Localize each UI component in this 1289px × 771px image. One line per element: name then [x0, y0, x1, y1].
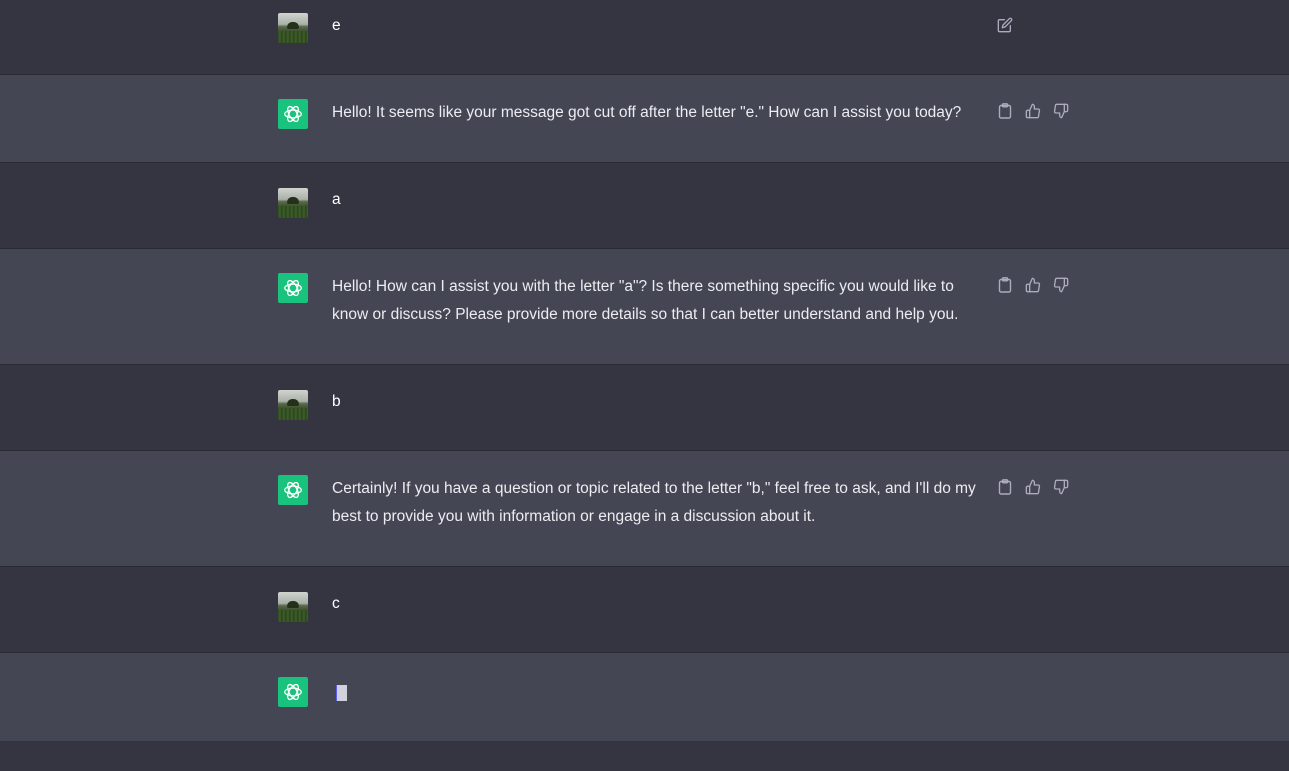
clipboard-icon[interactable] — [996, 276, 1014, 294]
user-message-row: c — [0, 567, 1289, 653]
assistant-message-line: know or discuss? Please provide more det… — [332, 306, 959, 323]
avatar-tree-detail — [287, 197, 299, 204]
avatar-field-detail — [278, 408, 308, 420]
user-avatar — [278, 390, 308, 420]
conversation-bottom-spacer — [0, 741, 1289, 771]
user-message-text: a — [332, 191, 341, 208]
assistant-message-row: Certainly! If you have a question or top… — [0, 451, 1289, 567]
user-message-text: b — [332, 393, 341, 410]
thumbs-down-icon[interactable] — [1052, 102, 1070, 120]
openai-logo-icon — [278, 475, 308, 505]
thumbs-down-icon[interactable] — [1052, 276, 1070, 294]
assistant-message-row-streaming — [0, 653, 1289, 741]
assistant-message-line: Hello! How can I assist you with the let… — [332, 278, 954, 295]
avatar-tree-detail — [287, 601, 299, 608]
clipboard-icon[interactable] — [996, 478, 1014, 496]
avatar-field-detail — [278, 206, 308, 218]
assistant-message-line: best to provide you with information or … — [332, 508, 816, 525]
user-message-row: e — [0, 0, 1289, 75]
avatar-tree-detail — [287, 22, 299, 29]
thumbs-up-icon[interactable] — [1024, 276, 1042, 294]
avatar-tree-detail — [287, 399, 299, 406]
clipboard-icon[interactable] — [996, 102, 1014, 120]
thumbs-down-icon[interactable] — [1052, 478, 1070, 496]
user-message-text: e — [332, 17, 341, 34]
thumbs-up-icon[interactable] — [1024, 102, 1042, 120]
openai-logo-icon — [278, 677, 308, 707]
user-message-row: b — [0, 365, 1289, 451]
user-avatar — [278, 13, 308, 43]
assistant-message-line: Hello! It seems like your message got cu… — [332, 104, 962, 121]
user-avatar — [278, 592, 308, 622]
assistant-message-row: Hello! How can I assist you with the let… — [0, 249, 1289, 365]
thumbs-up-icon[interactable] — [1024, 478, 1042, 496]
openai-logo-icon — [278, 273, 308, 303]
assistant-message-row: Hello! It seems like your message got cu… — [0, 75, 1289, 163]
edit-icon[interactable] — [996, 16, 1014, 34]
openai-logo-icon — [278, 99, 308, 129]
avatar-field-detail — [278, 31, 308, 43]
user-message-text: c — [332, 595, 340, 612]
user-message-row: a — [0, 163, 1289, 249]
assistant-message-line: Certainly! If you have a question or top… — [332, 480, 976, 497]
avatar-field-detail — [278, 610, 308, 622]
user-avatar — [278, 188, 308, 218]
streaming-cursor — [336, 685, 347, 701]
